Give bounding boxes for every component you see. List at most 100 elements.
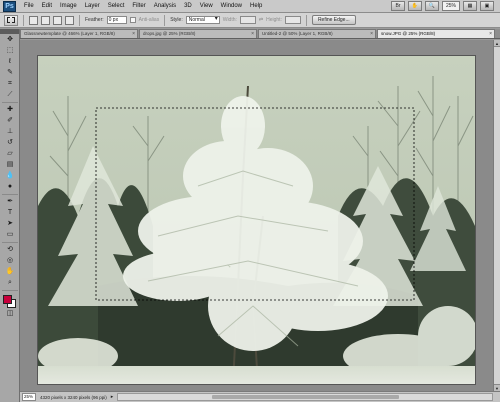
lasso-tool-icon[interactable]: ℓ [3, 57, 17, 67]
crop-tool-icon[interactable]: ⌗ [3, 79, 17, 89]
menu-help[interactable]: Help [246, 1, 266, 12]
new-selection-icon[interactable] [29, 15, 38, 25]
app-bar-controls: Br ✋ 🔍 25% ▦ ▣ [390, 1, 494, 11]
zoom-level-dropdown[interactable]: 25% [441, 1, 460, 11]
menu-file[interactable]: File [20, 1, 38, 12]
3d-rotate-icon[interactable]: ⟲ [3, 245, 17, 255]
move-tool-icon[interactable]: ✥ [3, 35, 17, 45]
divider [164, 14, 166, 26]
snow-forest-image [38, 56, 475, 384]
horizontal-scrollbar[interactable] [117, 393, 493, 401]
status-zoom-field[interactable]: 25% [22, 393, 36, 401]
magnifier-icon: 🔍 [428, 3, 436, 9]
divider [2, 102, 18, 103]
scroll-down-icon[interactable]: ▼ [494, 384, 500, 391]
height-label: Height: [266, 17, 282, 23]
antialias-label: Anti-alias [138, 17, 160, 23]
height-input[interactable] [284, 16, 301, 24]
menu-image[interactable]: Image [56, 1, 81, 12]
brush-icon[interactable]: ✐ [3, 116, 17, 126]
menu-filter[interactable]: Filter [128, 1, 149, 12]
feather-input[interactable]: 0 px [106, 16, 127, 24]
hand-icon: ✋ [411, 3, 419, 9]
photoshop-logo: Ps [3, 0, 16, 12]
eraser-icon[interactable]: ▱ [3, 149, 17, 159]
hand-tool-icon[interactable]: ✋ [3, 267, 17, 277]
menu-window[interactable]: Window [217, 1, 246, 12]
menu-view[interactable]: View [196, 1, 217, 12]
tab-snow[interactable]: snow.JPG @ 25% (RGB/8) × [377, 29, 495, 38]
hand-view-button[interactable]: ✋ [407, 1, 422, 11]
scrollbar-thumb[interactable] [211, 395, 399, 399]
options-bar: Feather: 0 px Anti-alias Style: Normal W… [0, 13, 500, 28]
quick-selection-icon[interactable]: ✎ [3, 68, 17, 78]
clone-stamp-icon[interactable]: ⊥ [3, 127, 17, 137]
arrange-documents-button[interactable]: ▦ [463, 1, 477, 11]
swap-icon[interactable]: ⇄ [259, 17, 263, 23]
tools-panel-grip[interactable] [0, 29, 19, 34]
zoom-view-button[interactable]: 🔍 [424, 1, 439, 11]
subtract-from-selection-icon[interactable] [53, 15, 62, 25]
status-menu-icon[interactable]: ▸ [111, 394, 114, 400]
divider [79, 14, 80, 26]
zoom-tool-icon[interactable]: ⌕ [3, 278, 17, 288]
width-label: Width: [222, 17, 237, 23]
shape-tool-icon[interactable]: ▭ [3, 230, 17, 240]
menu-bar: Ps File Edit Image Layer Select Filter A… [0, 0, 500, 13]
tools-panel: ✥ ⬚ ℓ ✎ ⌗ ⟋ ✚ ✐ ⊥ ↺ ▱ ▤ 💧 ● ✒ T ➤ ▭ ⟲ ◎ … [0, 29, 20, 402]
healing-brush-icon[interactable]: ✚ [3, 105, 17, 115]
status-bar: 25% 4320 pixels x 3240 pixels (96 ppi) ▸ [20, 391, 500, 402]
color-swatches[interactable] [2, 294, 18, 308]
vertical-scrollbar[interactable]: ▲ ▼ [493, 40, 500, 391]
feather-label: Feather: [85, 17, 104, 23]
close-icon[interactable]: × [251, 30, 254, 38]
intersect-selection-icon[interactable] [65, 15, 74, 25]
refine-edge-button[interactable]: Refine Edge... [311, 15, 356, 25]
divider [23, 14, 24, 26]
tool-preset-picker[interactable] [4, 14, 18, 26]
add-to-selection-icon[interactable] [41, 15, 50, 25]
divider [305, 14, 307, 26]
close-icon[interactable]: × [489, 30, 492, 38]
document-info: 4320 pixels x 3240 pixels (96 ppi) [40, 394, 107, 400]
tab-drops[interactable]: drops.jpg @ 25% (RGB/8) × [139, 29, 257, 38]
rectangular-marquee-icon [7, 17, 15, 23]
antialias-checkbox[interactable] [129, 17, 136, 23]
menu-layer[interactable]: Layer [81, 1, 104, 12]
tab-untitled-2[interactable]: Untitled-2 @ 50% (Layer 1, RGB/8) × [258, 29, 376, 38]
menu-3d[interactable]: 3D [180, 1, 196, 12]
menu-analysis[interactable]: Analysis [150, 1, 180, 12]
scroll-up-icon[interactable]: ▲ [494, 40, 500, 47]
divider [2, 194, 18, 195]
gradient-icon[interactable]: ▤ [3, 160, 17, 170]
menu-select[interactable]: Select [104, 1, 129, 12]
close-icon[interactable]: × [370, 30, 373, 38]
quick-mask-icon[interactable]: ◫ [3, 309, 17, 319]
foreground-color-swatch[interactable] [3, 295, 12, 304]
tab-label: Untitled-2 @ 50% (Layer 1, RGB/8) [262, 31, 333, 36]
eyedropper-icon[interactable]: ⟋ [3, 90, 17, 100]
close-icon[interactable]: × [132, 30, 135, 38]
snow-photo[interactable] [38, 56, 475, 384]
menu-edit[interactable]: Edit [38, 1, 56, 12]
divider [2, 290, 18, 291]
path-selection-icon[interactable]: ➤ [3, 219, 17, 229]
launch-bridge-button[interactable]: Br [390, 1, 405, 11]
dodge-icon[interactable]: ● [3, 182, 17, 192]
width-input[interactable] [239, 16, 256, 24]
tab-glassnewtemplate[interactable]: Glassnewtemplate @ 466% (Layer 1, RGB/8)… [20, 29, 138, 38]
style-label: Style: [170, 17, 183, 23]
type-tool-icon[interactable]: T [3, 208, 17, 218]
history-brush-icon[interactable]: ↺ [3, 138, 17, 148]
blur-icon[interactable]: 💧 [3, 171, 17, 181]
screen-mode-icon: ▣ [484, 3, 490, 9]
bridge-icon: Br [395, 3, 401, 9]
marquee-tool-icon[interactable]: ⬚ [3, 46, 17, 56]
tab-label: drops.jpg @ 25% (RGB/8) [143, 31, 196, 36]
screen-mode-button[interactable]: ▣ [480, 1, 494, 11]
3d-orbit-icon[interactable]: ◎ [3, 256, 17, 266]
document-canvas-area[interactable] [20, 40, 493, 391]
style-select[interactable]: Normal [185, 16, 220, 24]
pen-icon[interactable]: ✒ [3, 197, 17, 207]
document-tab-bar: Glassnewtemplate @ 466% (Layer 1, RGB/8)… [20, 29, 500, 39]
